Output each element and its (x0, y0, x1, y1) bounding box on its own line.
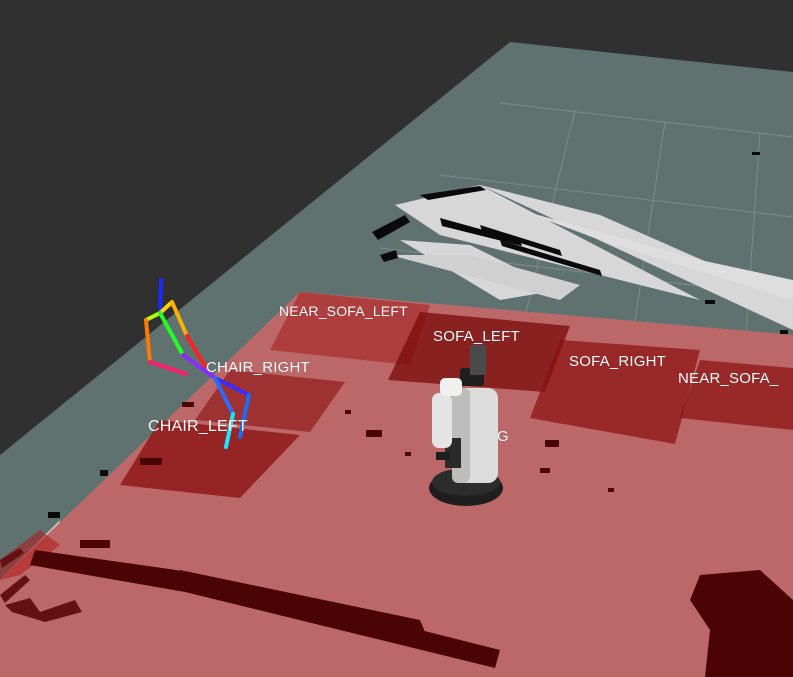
zone-label-sofa-left: SOFA_LEFT (433, 328, 520, 345)
scene-canvas[interactable] (0, 0, 793, 677)
zone-label-near-sofa-left: NEAR_SOFA_LEFT (279, 303, 408, 319)
rviz-3d-viewport[interactable]: CHAIR_LEFT CHAIR_RIGHT NEAR_SOFA_LEFT SO… (0, 0, 793, 677)
zone-label-near-sofa-right: NEAR_SOFA_ (678, 370, 779, 387)
zone-label-occluded: G (497, 428, 509, 445)
zone-label-chair-right: CHAIR_RIGHT (206, 359, 310, 376)
zone-label-chair-left: CHAIR_LEFT (148, 418, 248, 435)
zone-label-sofa-right: SOFA_RIGHT (569, 353, 667, 370)
